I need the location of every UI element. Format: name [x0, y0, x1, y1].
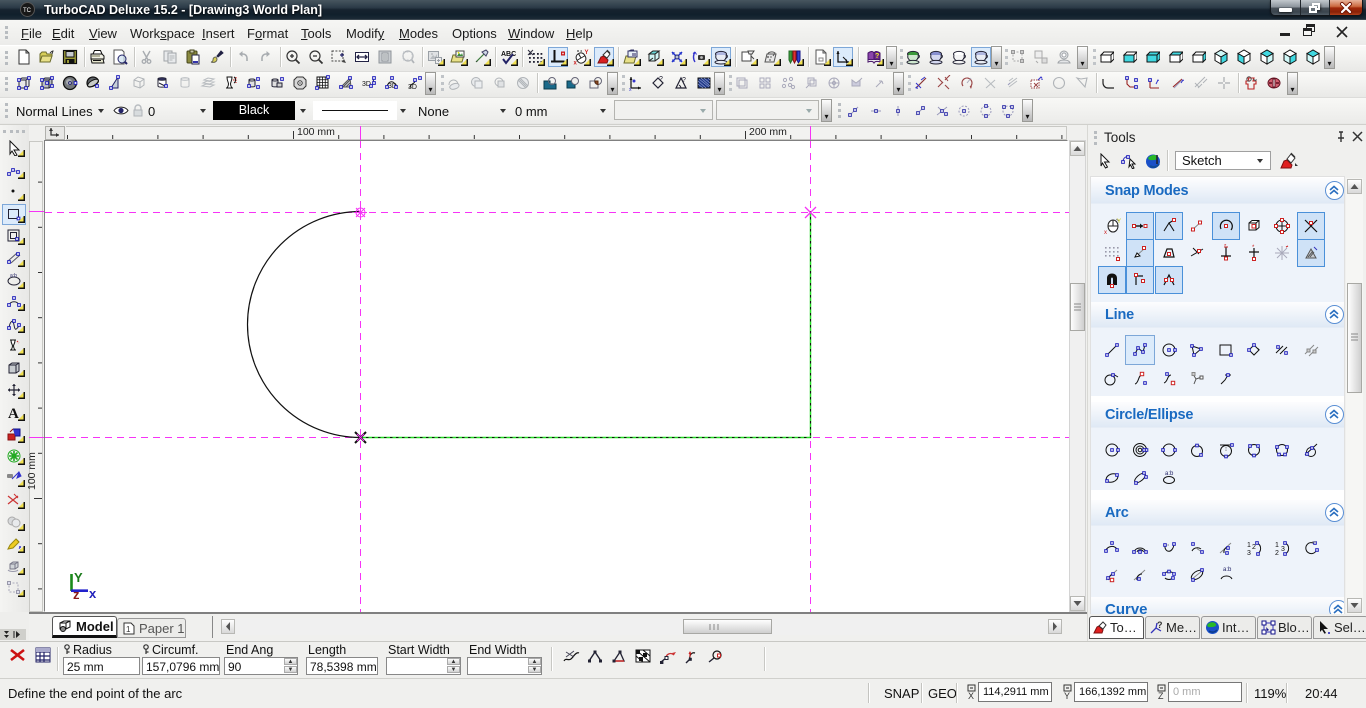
svg-text:a:b: a:b: [1223, 567, 1232, 573]
svg-text:Z: Z: [1158, 691, 1164, 700]
svg-text:x: x: [1104, 230, 1107, 235]
svg-text:z: z: [73, 587, 80, 602]
svg-text:3: 3: [1281, 546, 1285, 553]
svg-text:ABC: ABC: [501, 51, 516, 58]
svg-text:1: 1: [126, 625, 131, 634]
svg-text:X: X: [968, 691, 974, 700]
svg-text:Y: Y: [585, 50, 589, 56]
svg-text:a:b: a:b: [10, 273, 17, 279]
svg-text:1: 1: [1247, 542, 1251, 549]
svg-text:2: 2: [1275, 550, 1279, 557]
svg-text:x: x: [574, 61, 578, 66]
svg-text:1: 1: [1275, 542, 1279, 549]
svg-text:Y: Y: [1117, 219, 1121, 225]
svg-text:Y: Y: [1064, 691, 1070, 700]
svg-text:2: 2: [1252, 544, 1256, 551]
svg-text:?: ?: [682, 77, 686, 84]
svg-text:Y: Y: [74, 570, 83, 585]
svg-text:3D: 3D: [408, 84, 417, 91]
svg-text:?: ?: [659, 76, 663, 83]
svg-text:a:b: a:b: [1165, 471, 1174, 477]
svg-text:x: x: [89, 586, 97, 601]
svg-text:TC: TC: [23, 8, 32, 14]
svg-text:?: ?: [1157, 620, 1163, 630]
svg-text:3: 3: [1247, 550, 1251, 557]
